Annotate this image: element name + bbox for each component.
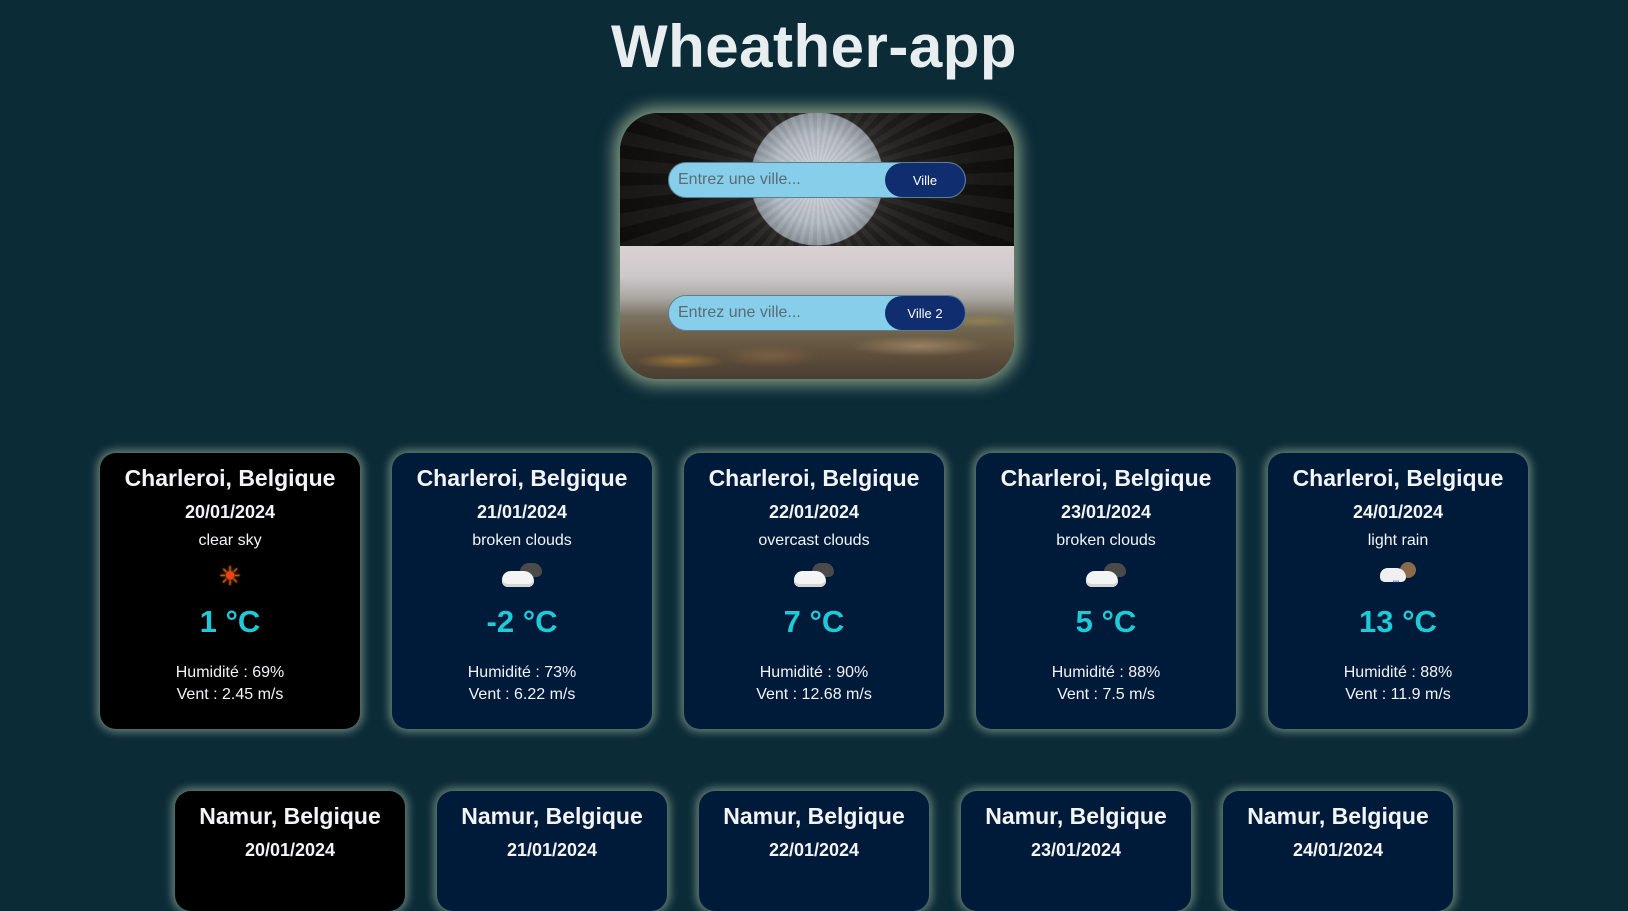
card-description: overcast clouds (758, 532, 870, 549)
card-wind: Vent : 11.9 m/s (1345, 686, 1451, 703)
forecast-card: Namur, Belgique 24/01/2024 (1223, 791, 1453, 911)
weather-icon-container (684, 554, 944, 598)
card-city: Namur, Belgique (985, 803, 1167, 829)
rain-icon: ’’’ (1376, 560, 1420, 592)
card-temperature: 7 °C (783, 604, 845, 639)
weather-icon-container (392, 554, 652, 598)
card-description: light rain (1367, 532, 1429, 549)
card-wind: Vent : 2.45 m/s (176, 686, 284, 703)
card-date: 21/01/2024 (476, 502, 568, 522)
card-wind: Vent : 6.22 m/s (468, 686, 576, 703)
card-humidity: Humidité : 69% (175, 664, 285, 681)
cloud-icon (1084, 561, 1128, 591)
sun-icon: ☀ (218, 561, 242, 591)
card-date: 20/01/2024 (244, 840, 336, 860)
city1-search-button[interactable]: Ville (885, 163, 965, 197)
search-panel: Ville Ville 2 (620, 113, 1014, 379)
forecast-card: Namur, Belgique 22/01/2024 (699, 791, 929, 911)
forecast-card: Charleroi, Belgique 21/01/2024 broken cl… (392, 453, 652, 729)
weather-icon-container: ☀ (100, 554, 360, 598)
forecast-row-city2: Namur, Belgique 20/01/2024 Namur, Belgiq… (0, 791, 1628, 911)
forecast-card: Charleroi, Belgique 22/01/2024 overcast … (684, 453, 944, 729)
forecast-card: Charleroi, Belgique 23/01/2024 broken cl… (976, 453, 1236, 729)
weather-icon-container: ’’’ (1268, 554, 1528, 598)
city2-search-input[interactable] (669, 296, 879, 330)
card-description: broken clouds (1056, 532, 1156, 549)
card-city: Charleroi, Belgique (1292, 465, 1504, 491)
card-city: Charleroi, Belgique (124, 465, 336, 491)
card-temperature: 5 °C (1075, 604, 1137, 639)
city2-search-form: Ville 2 (668, 295, 966, 331)
card-date: 22/01/2024 (768, 840, 860, 860)
card-date: 22/01/2024 (768, 502, 860, 522)
cloud-icon (500, 561, 544, 591)
forecast-card: Charleroi, Belgique 20/01/2024 clear sky… (100, 453, 360, 729)
city1-search-form: Ville (668, 162, 966, 198)
card-date: 21/01/2024 (506, 840, 598, 860)
card-date: 24/01/2024 (1352, 502, 1444, 522)
card-humidity: Humidité : 88% (1343, 664, 1453, 681)
page-title: Wheather-app (610, 13, 1018, 80)
card-city: Namur, Belgique (199, 803, 381, 829)
card-date: 20/01/2024 (184, 502, 276, 522)
card-city: Charleroi, Belgique (1000, 465, 1212, 491)
cloud-icon (792, 561, 836, 591)
card-date: 23/01/2024 (1030, 840, 1122, 860)
city1-search-input[interactable] (669, 163, 879, 197)
weather-icon-container (976, 554, 1236, 598)
card-description: broken clouds (472, 532, 572, 549)
card-date: 23/01/2024 (1060, 502, 1152, 522)
forecast-card: Namur, Belgique 20/01/2024 (175, 791, 405, 911)
card-temperature: 1 °C (199, 604, 261, 639)
card-date: 24/01/2024 (1292, 840, 1384, 860)
card-description: clear sky (198, 532, 262, 549)
card-humidity: Humidité : 88% (1051, 664, 1161, 681)
forecast-card: Charleroi, Belgique 24/01/2024 light rai… (1268, 453, 1528, 729)
card-city: Charleroi, Belgique (416, 465, 628, 491)
card-humidity: Humidité : 73% (467, 664, 577, 681)
card-city: Charleroi, Belgique (708, 465, 920, 491)
card-temperature: 13 °C (1359, 604, 1437, 639)
card-city: Namur, Belgique (723, 803, 905, 829)
forecast-card: Namur, Belgique 23/01/2024 (961, 791, 1191, 911)
card-wind: Vent : 7.5 m/s (1057, 686, 1155, 703)
card-temperature: -2 °C (486, 604, 558, 639)
card-city: Namur, Belgique (461, 803, 643, 829)
forecast-row-city1: Charleroi, Belgique 20/01/2024 clear sky… (0, 453, 1628, 729)
card-humidity: Humidité : 90% (759, 664, 869, 681)
city2-search-button[interactable]: Ville 2 (885, 296, 965, 330)
forecast-card: Namur, Belgique 21/01/2024 (437, 791, 667, 911)
card-city: Namur, Belgique (1247, 803, 1429, 829)
card-wind: Vent : 12.68 m/s (756, 686, 872, 703)
